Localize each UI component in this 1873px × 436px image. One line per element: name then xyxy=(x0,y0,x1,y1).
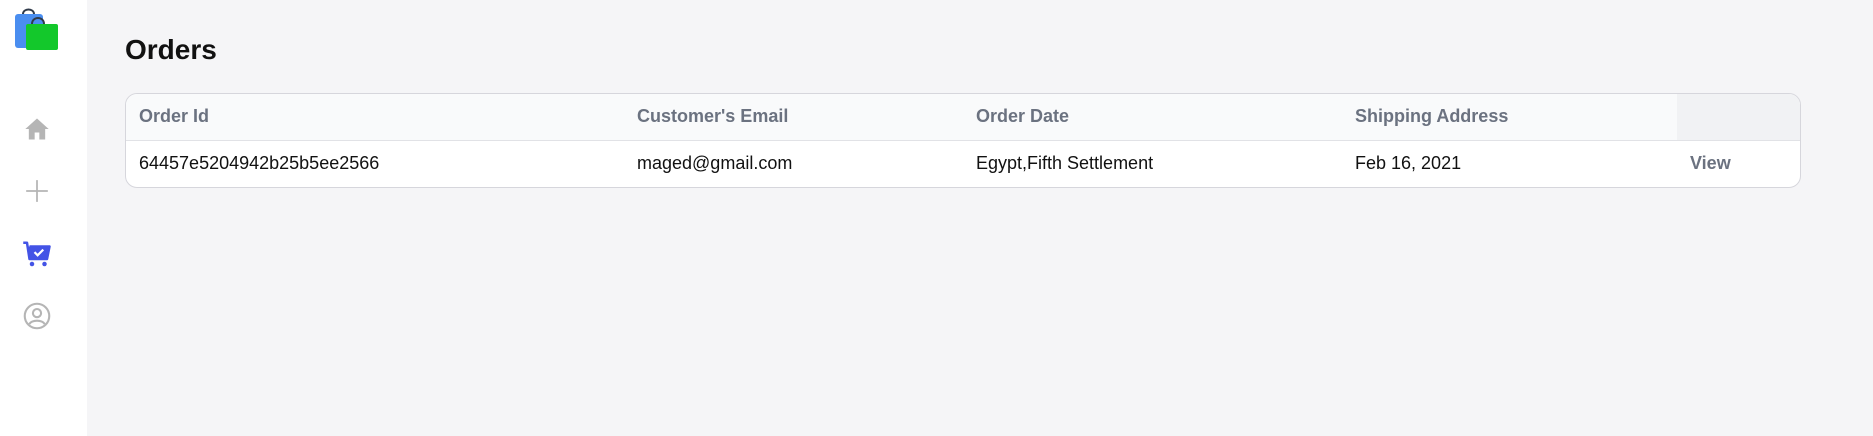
plus-icon xyxy=(26,180,48,202)
sidebar-item-orders[interactable] xyxy=(19,236,55,272)
home-icon xyxy=(25,118,49,140)
column-header-action xyxy=(1677,94,1800,141)
column-header-customer-email: Customer's Email xyxy=(624,94,963,141)
sidebar-item-home[interactable] xyxy=(19,111,55,147)
column-header-order-id: Order Id xyxy=(126,94,624,141)
sidebar-item-profile[interactable] xyxy=(19,298,55,334)
main-content: Orders Order Id Customer's Email Order D… xyxy=(87,0,1873,436)
column-header-shipping-address: Shipping Address xyxy=(1342,94,1677,141)
table-header-row: Order Id Customer's Email Order Date Shi… xyxy=(126,94,1800,141)
table-row: 64457e5204942b25b5ee2566 maged@gmail.com… xyxy=(126,140,1800,186)
view-order-link[interactable]: View xyxy=(1690,153,1731,173)
cell-shipping-address: Feb 16, 2021 xyxy=(1355,152,1462,173)
page-title: Orders xyxy=(125,34,217,65)
cell-action: View xyxy=(1677,140,1800,186)
orders-table: Order Id Customer's Email Order Date Shi… xyxy=(126,94,1800,186)
cell-order-id: 64457e5204942b25b5ee2566 xyxy=(139,152,380,173)
user-circle-icon xyxy=(23,302,51,330)
app: Orders Order Id Customer's Email Order D… xyxy=(0,0,1873,436)
cart-check-icon xyxy=(23,241,51,267)
column-header-order-date: Order Date xyxy=(963,94,1342,141)
cell-customer-email: maged@gmail.com xyxy=(637,152,793,173)
shopping-bags-logo xyxy=(14,6,60,52)
cell-order-date: Egypt,Fifth Settlement xyxy=(976,152,1154,173)
orders-table-card: Order Id Customer's Email Order Date Shi… xyxy=(125,93,1801,188)
sidebar-item-add[interactable] xyxy=(19,173,55,209)
sidebar xyxy=(0,0,87,436)
